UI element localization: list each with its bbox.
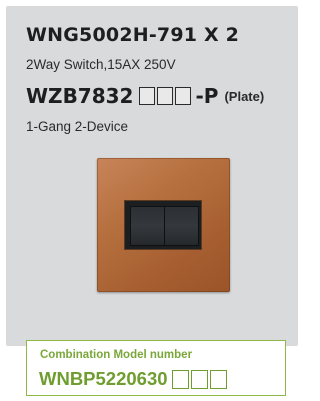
- combination-placeholder-boxes: [171, 369, 229, 389]
- placeholder-box: [157, 87, 174, 105]
- placeholder-box: [171, 369, 189, 389]
- plate-code: WZB7832: [26, 84, 134, 108]
- model-line: WNG5002H-791 X 2: [26, 24, 240, 46]
- switch-description: 2Way Switch,15AX 250V: [26, 57, 176, 72]
- plate-suffix: -P: [195, 84, 219, 108]
- combination-box: Combination Model number WNBP5220630: [26, 340, 286, 396]
- rocker-switch-right: [164, 206, 199, 246]
- combination-number: WNBP5220630: [39, 368, 168, 389]
- plate-code-line: WZB7832 -P (Plate): [26, 84, 264, 108]
- rocker-frame: [124, 200, 202, 250]
- placeholder-box: [175, 87, 192, 105]
- rocker-switch-left: [130, 206, 165, 246]
- switch-plate-image: [97, 158, 230, 292]
- combination-title: Combination Model number: [40, 349, 193, 361]
- plate-note: (Plate): [224, 88, 265, 104]
- placeholder-box: [139, 87, 156, 105]
- gang-info: 1-Gang 2-Device: [26, 119, 129, 134]
- product-card: WNG5002H-791 X 2 2Way Switch,15AX 250V W…: [6, 6, 298, 346]
- combination-number-line: WNBP5220630: [39, 368, 229, 390]
- placeholder-boxes: [139, 87, 193, 105]
- placeholder-box: [209, 369, 227, 389]
- placeholder-box: [190, 369, 208, 389]
